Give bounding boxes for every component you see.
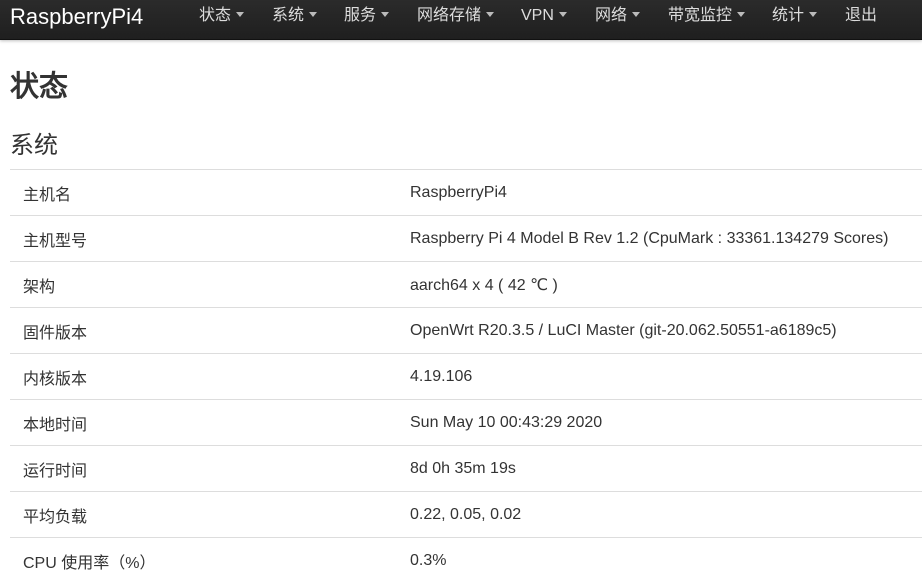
page-title: 状态	[10, 71, 69, 103]
info-value: 0.22, 0.05, 0.02	[410, 505, 522, 523]
info-key: 架构	[23, 278, 56, 296]
nav-logout[interactable]: 退出	[845, 0, 877, 32]
section-title: 系统	[10, 132, 58, 159]
table-row: 架构 aarch64 x 4 ( 42 ℃ )	[10, 261, 922, 308]
info-value: OpenWrt R20.3.5 / LuCI Master (git-20.06…	[410, 321, 837, 339]
table-row: 运行时间 8d 0h 35m 19s	[10, 445, 922, 492]
top-navbar: RaspberryPi4 状态 系统 服务 网络存储 VPN 网络 带宽监控 统…	[0, 0, 922, 40]
table-row: 内核版本 4.19.106	[10, 353, 922, 400]
nav-menu-label: 状态	[199, 7, 232, 24]
table-row: 本地时间 Sun May 10 00:43:29 2020	[10, 399, 922, 446]
nav-menu-status[interactable]: 状态	[199, 0, 245, 32]
nav-menu-vpn[interactable]: VPN	[521, 0, 567, 32]
info-key: 运行时间	[23, 462, 88, 480]
brand-link[interactable]: RaspberryPi4	[10, 3, 143, 31]
chevron-down-icon	[309, 12, 318, 18]
chevron-down-icon	[632, 12, 641, 18]
chevron-down-icon	[236, 12, 245, 18]
system-info-table: 主机名 RaspberryPi4 主机型号 Raspberry Pi 4 Mod…	[10, 169, 922, 584]
info-value: 4.19.106	[410, 367, 473, 385]
nav-menu-label: 网络存储	[417, 7, 482, 24]
chevron-down-icon	[381, 12, 390, 18]
nav-menu-label: VPN	[521, 7, 554, 24]
nav-menu-services[interactable]: 服务	[344, 0, 390, 32]
nav-menu-nas[interactable]: 网络存储	[417, 0, 495, 32]
info-key: 固件版本	[23, 324, 88, 342]
chevron-down-icon	[486, 12, 495, 18]
nav-menu-system[interactable]: 系统	[272, 0, 318, 32]
table-row: 固件版本 OpenWrt R20.3.5 / LuCI Master (git-…	[10, 307, 922, 354]
nav-menu-network[interactable]: 网络	[595, 0, 641, 32]
info-key: 主机名	[23, 186, 72, 204]
nav-menu-statistics[interactable]: 统计	[772, 0, 818, 32]
info-key: 本地时间	[23, 416, 88, 434]
info-value: RaspberryPi4	[410, 183, 507, 201]
table-row: 主机型号 Raspberry Pi 4 Model B Rev 1.2 (Cpu…	[10, 215, 922, 262]
nav-menu-label: 网络	[595, 7, 628, 24]
info-key: 平均负载	[23, 508, 88, 526]
nav-menu-label: 退出	[845, 7, 878, 24]
nav-menu-label: 带宽监控	[668, 7, 733, 24]
info-value: 8d 0h 35m 19s	[410, 459, 516, 477]
chevron-down-icon	[737, 12, 746, 18]
nav-menu-bandwidth-monitor[interactable]: 带宽监控	[668, 0, 746, 32]
nav-menu-label: 统计	[772, 7, 805, 24]
nav-menu-label: 服务	[344, 7, 377, 24]
chevron-down-icon	[809, 12, 818, 18]
chevron-down-icon	[558, 12, 567, 18]
info-value: Sun May 10 00:43:29 2020	[410, 413, 603, 431]
info-key: 主机型号	[23, 232, 88, 250]
nav-menu-label: 系统	[272, 7, 305, 24]
info-value: Raspberry Pi 4 Model B Rev 1.2 (CpuMark …	[410, 229, 889, 247]
info-value: aarch64 x 4 ( 42 ℃ )	[410, 276, 558, 294]
table-row: 平均负载 0.22, 0.05, 0.02	[10, 491, 922, 538]
info-key: 内核版本	[23, 370, 88, 388]
table-row: 主机名 RaspberryPi4	[10, 169, 922, 216]
